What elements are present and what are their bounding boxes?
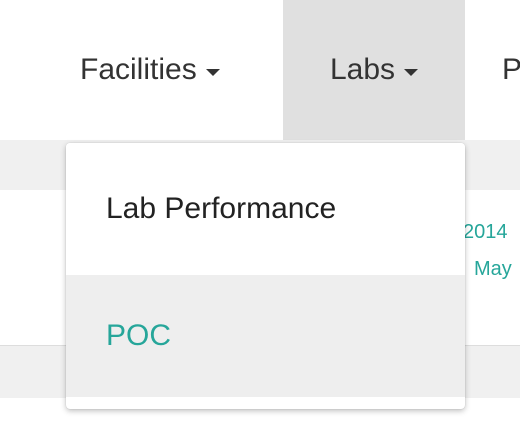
nav-item-label: Labs: [329, 53, 396, 86]
top-navbar: Facilities Labs P: [0, 0, 520, 140]
nav-item-partial[interactable]: P: [502, 0, 520, 140]
labs-dropdown-menu: Lab Performance POC: [66, 143, 465, 409]
dropdown-item-label: POC: [106, 319, 172, 352]
caret-down-icon: [205, 68, 220, 76]
nav-item-label: P: [502, 53, 520, 86]
dropdown-item-poc[interactable]: POC: [66, 275, 465, 397]
nav-item-facilities[interactable]: Facilities: [80, 0, 220, 140]
background-year-link[interactable]: 2014: [463, 221, 508, 244]
nav-item-labs[interactable]: Labs: [283, 0, 465, 140]
dropdown-item-label: Lab Performance: [106, 192, 337, 225]
caret-down-icon: [404, 68, 419, 76]
page: Facilities Labs P 2014 May Lab Performan…: [0, 0, 520, 439]
dropdown-item-lab-performance[interactable]: Lab Performance: [66, 143, 465, 275]
nav-item-label: Facilities: [80, 53, 197, 86]
background-month-link[interactable]: May: [474, 258, 512, 281]
